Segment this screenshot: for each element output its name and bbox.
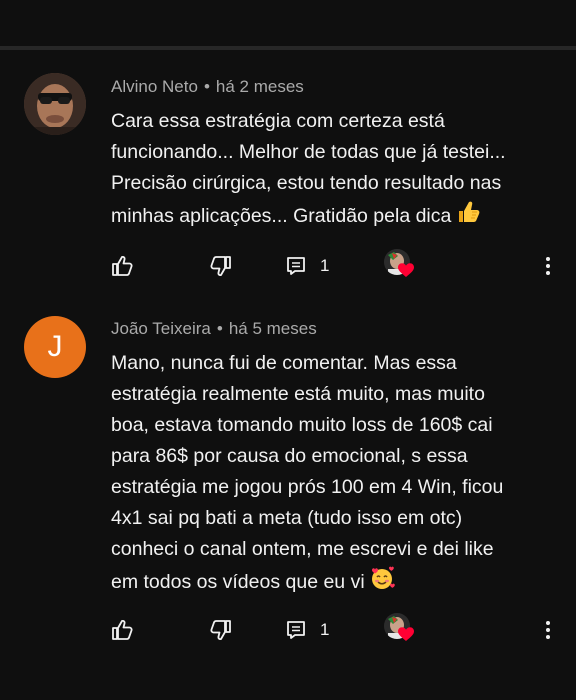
separator-dot: • <box>203 77 210 96</box>
smiling-face-with-hearts-emoji <box>369 565 395 601</box>
comment-header: Alvino Neto • há 2 meses <box>111 77 304 97</box>
comment-line: conheci o canal ontem, me escrevi e dei … <box>111 538 494 560</box>
replies-button[interactable]: 1 <box>285 251 329 281</box>
creator-heart <box>384 613 418 647</box>
comment-text: Mano, nunca fui de comentar. Mas essa es… <box>111 348 556 601</box>
comment-line: funcionando... Melhor de todas que já te… <box>111 141 506 163</box>
comment-line-with-emoji: em todos os vídeos que eu vi <box>111 565 556 601</box>
comment-line: Cara essa estratégia com certeza está <box>111 110 445 132</box>
thumb-up-icon <box>112 255 133 276</box>
more-options-button[interactable] <box>540 615 556 645</box>
more-options-button[interactable] <box>540 251 556 281</box>
more-vert-icon <box>546 621 550 639</box>
comment-line: Precisão cirúrgica, estou tendo resultad… <box>111 172 502 194</box>
comment-line: estratégia realmente está muito, mas mui… <box>111 383 485 405</box>
comment-line: em todos os vídeos que eu vi <box>111 571 365 593</box>
reply-count: 1 <box>320 256 330 275</box>
more-vert-icon <box>546 257 550 275</box>
comment-time[interactable]: há 5 meses <box>229 319 317 338</box>
separator-dot: • <box>216 319 223 338</box>
thumb-down-icon <box>210 620 231 641</box>
like-button[interactable] <box>110 251 134 281</box>
avatar-letter: J <box>47 330 63 363</box>
avatar-photo-icon <box>24 73 86 135</box>
comment-line: Mano, nunca fui de comentar. Mas essa <box>111 352 457 374</box>
comment-icon <box>287 621 305 639</box>
comment-line: para 86$ por causa do emocional, s essa <box>111 445 468 467</box>
comment-line: boa, estava tomando muito loss de 160$ c… <box>111 414 493 436</box>
dislike-button[interactable] <box>209 251 233 281</box>
comment-actions: 1 <box>0 249 576 283</box>
top-bar <box>0 0 576 46</box>
comment-line-with-emoji: minhas aplicações... Gratidão pela dica <box>111 199 556 235</box>
author-name[interactable]: João Teixeira <box>111 319 211 338</box>
comment-time[interactable]: há 2 meses <box>216 77 304 96</box>
comment-line: 4x1 sai pq bati a meta (tudo isso em otc… <box>111 507 463 529</box>
creator-heart-icon <box>398 263 414 277</box>
comment-icon <box>287 257 305 275</box>
thumbs-up-emoji <box>455 199 481 235</box>
avatar[interactable] <box>24 73 86 135</box>
comment-header: João Teixeira • há 5 meses <box>111 319 317 339</box>
comment-line: minhas aplicações... Gratidão pela dica <box>111 205 452 227</box>
avatar[interactable]: J <box>24 316 86 378</box>
thumb-down-icon <box>210 256 231 277</box>
reply-count: 1 <box>320 620 330 639</box>
comment-actions: 1 <box>0 613 576 647</box>
creator-heart-icon <box>398 627 414 641</box>
section-divider <box>0 46 576 50</box>
dislike-button[interactable] <box>209 615 233 645</box>
author-name[interactable]: Alvino Neto <box>111 77 198 96</box>
thumb-up-icon <box>112 619 133 640</box>
comment-text: Cara essa estratégia com certeza está fu… <box>111 106 556 235</box>
creator-heart <box>384 249 418 283</box>
like-button[interactable] <box>110 615 134 645</box>
replies-button[interactable]: 1 <box>285 615 329 645</box>
comment-line: estratégia me jogou prós 100 em 4 Win, f… <box>111 476 504 498</box>
